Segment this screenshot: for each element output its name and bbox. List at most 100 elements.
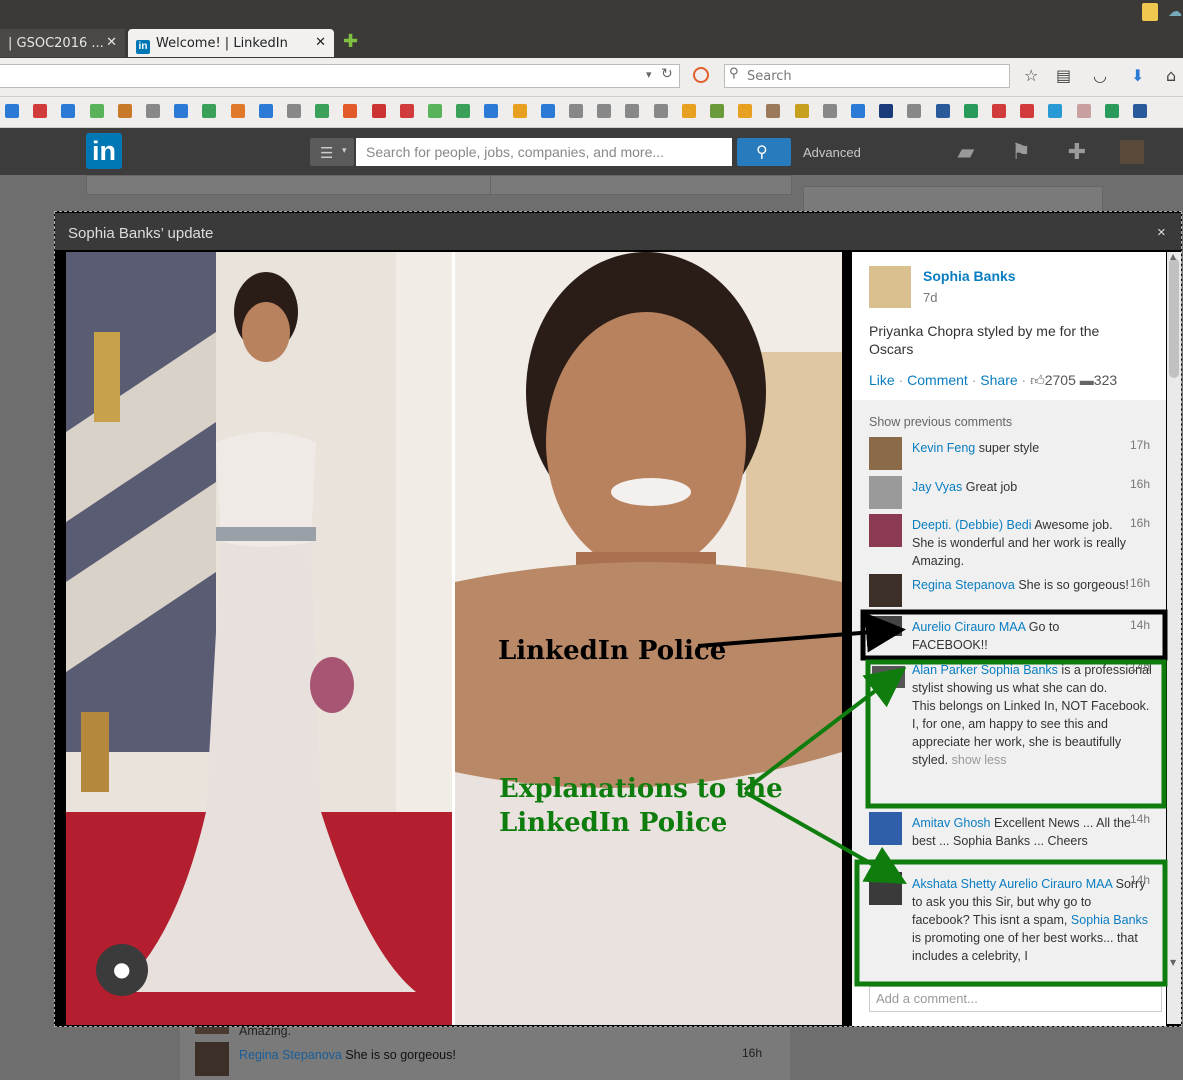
commenter-avatar[interactable] (869, 476, 902, 509)
person-tag-button[interactable]: ● (96, 944, 148, 996)
commenter-avatar[interactable] (869, 437, 902, 470)
bookmark-icon[interactable] (287, 104, 301, 118)
mention-link[interactable]: Aurelio Cirauro MAA (999, 877, 1112, 891)
bookmark-icon[interactable] (89, 104, 104, 118)
bookmark-icon[interactable] (822, 104, 837, 118)
reload-icon[interactable]: ↻ (661, 66, 673, 82)
bookmark-icon[interactable] (569, 104, 583, 118)
bookmark-icon[interactable] (230, 104, 245, 118)
bookmark-icon[interactable] (202, 104, 217, 118)
bookmark-icon[interactable] (61, 104, 76, 118)
bookmark-icon[interactable] (540, 104, 555, 118)
url-bar[interactable] (0, 64, 680, 88)
close-tab-icon[interactable]: ✕ (106, 35, 117, 50)
show-previous-comments-link[interactable]: Show previous comments (869, 415, 1012, 429)
linkedin-search-input[interactable]: Search for people, jobs, companies, and … (356, 138, 732, 166)
bookmark-icon[interactable] (1048, 104, 1063, 118)
commenter-avatar[interactable] (869, 616, 902, 636)
pocket-icon[interactable]: ◡ (1093, 66, 1107, 85)
bookmark-icon[interactable] (484, 104, 499, 118)
commenter-avatar[interactable] (869, 872, 902, 905)
bookmark-icon[interactable] (851, 104, 865, 118)
bookmark-icon[interactable] (1076, 104, 1091, 118)
scroll-up-icon[interactable]: ▲ (1170, 252, 1176, 261)
commenter-name-link[interactable]: Aurelio Cirauro MAA (912, 620, 1025, 634)
bookmark-icon[interactable] (371, 104, 386, 118)
scroll-down-icon[interactable]: ▼ (1170, 958, 1176, 967)
author-name-link[interactable]: Sophia Banks (923, 268, 1016, 284)
commenter-name-link[interactable]: Kevin Feng (912, 441, 975, 455)
bookmark-icon[interactable] (653, 104, 668, 118)
cloud-icon[interactable]: ☁ (1168, 4, 1182, 20)
bookmark-icon[interactable] (935, 104, 950, 118)
bookmark-icon[interactable] (456, 104, 471, 118)
bookmark-icon[interactable] (879, 104, 894, 118)
bookmark-icon[interactable] (146, 104, 160, 118)
commenter-name-link[interactable]: Regina Stepanova (912, 578, 1015, 592)
commenter-name-link[interactable]: Deepti. (Debbie) Bedi (912, 518, 1032, 532)
comment-link[interactable]: Comment (907, 372, 968, 388)
commenter-avatar[interactable] (869, 574, 902, 607)
bookmark-icon[interactable] (258, 104, 273, 118)
bookmark-icon[interactable] (963, 104, 978, 118)
bookmark-icon[interactable] (625, 104, 640, 118)
home-icon[interactable]: ⌂ (1166, 66, 1176, 85)
dropdown-arrow-icon[interactable]: ▾ (646, 68, 652, 81)
block-icon[interactable] (693, 67, 709, 83)
show-less-link[interactable]: show less (952, 753, 1007, 767)
bookmark-icon[interactable] (174, 104, 189, 118)
author-avatar[interactable] (869, 266, 911, 308)
download-icon[interactable]: ⬇ (1131, 66, 1144, 85)
bookmark-icon[interactable] (794, 104, 809, 118)
bookmark-icon[interactable] (907, 104, 922, 118)
commenter-avatar[interactable] (869, 514, 902, 547)
add-connections-icon[interactable]: ✚ (1064, 140, 1090, 165)
extension-icon[interactable] (1142, 3, 1158, 21)
bookmark-icon[interactable] (117, 104, 132, 118)
bookmark-icon[interactable] (738, 104, 753, 118)
advanced-search-link[interactable]: Advanced (803, 145, 861, 160)
browser-search-input[interactable]: Search (724, 64, 1010, 88)
commenter-name-link[interactable]: Akshata Shetty (912, 877, 996, 891)
bookmark-icon[interactable] (597, 104, 612, 118)
bookmark-icon[interactable] (399, 104, 414, 118)
notifications-flag-icon[interactable]: ⚑ (1008, 140, 1034, 165)
close-tab-icon[interactable]: ✕ (315, 35, 326, 50)
linkedin-logo[interactable]: in (86, 133, 122, 169)
profile-avatar[interactable] (1120, 140, 1144, 164)
like-link[interactable]: Like (869, 372, 895, 388)
mention-link[interactable]: Sophia Banks (1071, 913, 1148, 927)
commenter-name-link[interactable]: Jay Vyas (912, 480, 962, 494)
bookmark-icon[interactable] (428, 104, 442, 118)
mention-link[interactable]: Sophia Banks (981, 663, 1058, 677)
tab-linkedin[interactable]: in Welcome! | LinkedIn ✕ (128, 29, 334, 57)
bookmark-icon[interactable] (766, 104, 781, 118)
bookmark-icon[interactable] (343, 104, 358, 118)
bookmark-icon[interactable] (710, 104, 724, 118)
bookmark-star-icon[interactable]: ☆ (1024, 66, 1038, 85)
commenter-name-link[interactable]: Amitav Ghosh (912, 816, 991, 830)
messages-icon[interactable]: ▰ (953, 140, 979, 165)
bookmark-icon[interactable] (992, 104, 1006, 118)
new-tab-icon[interactable]: ✚ (343, 31, 358, 52)
commenter-name-link[interactable]: Alan Parker (912, 663, 977, 677)
bookmark-icon[interactable] (315, 104, 330, 118)
share-link[interactable]: Share (980, 372, 1017, 388)
bookmark-icon[interactable] (512, 104, 527, 118)
bookmark-icon[interactable] (1104, 104, 1119, 118)
bookmark-icon[interactable] (5, 104, 19, 118)
add-comment-input[interactable]: Add a comment... (869, 986, 1162, 1012)
reading-list-icon[interactable]: ▤ (1056, 66, 1071, 85)
bookmark-icon[interactable] (1133, 104, 1147, 118)
bookmark-icon[interactable] (33, 104, 48, 118)
commenter-avatar[interactable] (869, 812, 902, 845)
scrollbar-thumb[interactable] (1169, 258, 1179, 378)
menu-button[interactable]: ☰ ▾ (310, 138, 354, 166)
commenter-name-link[interactable]: Regina Stepanova (239, 1048, 342, 1062)
tab-gsoc[interactable]: | GSOC2016 ... ✕ (0, 29, 125, 57)
bookmark-icon[interactable] (681, 104, 696, 118)
commenter-avatar[interactable] (872, 666, 905, 688)
close-modal-button[interactable]: × (1157, 224, 1166, 241)
bookmark-icon[interactable] (1020, 104, 1035, 118)
search-button[interactable]: ⚲ (737, 138, 791, 166)
